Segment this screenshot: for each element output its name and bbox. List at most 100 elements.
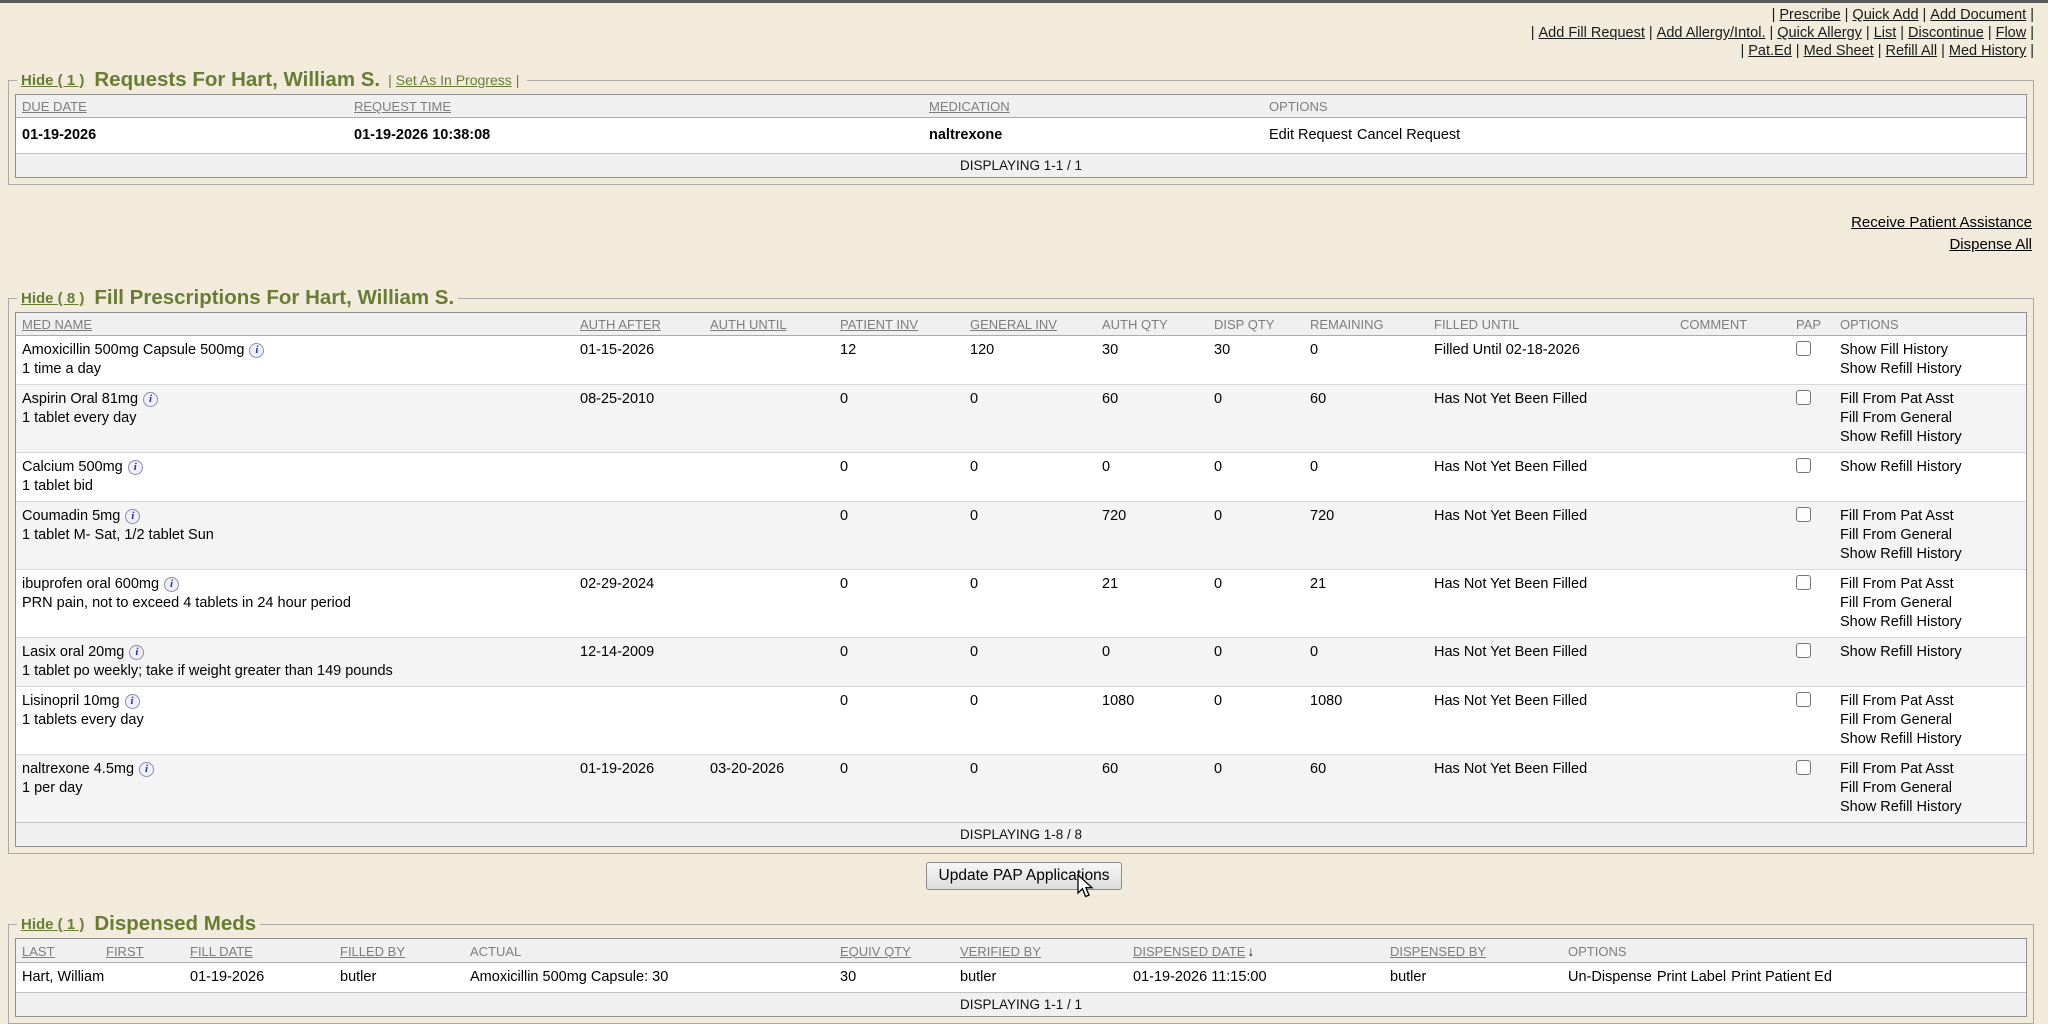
show-refill-history-link[interactable]: Show Refill History — [1840, 545, 2020, 564]
fill-from-general-link[interactable]: Fill From General — [1840, 594, 2020, 613]
show-refill-history-link[interactable]: Show Refill History — [1840, 428, 2020, 447]
nav-add-allergy-intol[interactable]: Add Allergy/Intol. — [1657, 25, 1766, 41]
nav-prescribe[interactable]: Prescribe — [1779, 7, 1840, 23]
col-dispensed-options-label: OPTIONS — [1568, 944, 1627, 959]
col-request-time-label[interactable]: REQUEST TIME — [354, 99, 451, 114]
col-auth-until-label[interactable]: AUTH UNTIL — [710, 317, 787, 332]
pap-checkbox[interactable] — [1796, 760, 1811, 775]
col-options: OPTIONS — [1263, 95, 2026, 118]
show-refill-history-link[interactable]: Show Refill History — [1840, 730, 2020, 749]
col-auth-qty: AUTH QTY — [1096, 313, 1208, 336]
show-refill-history-link[interactable]: Show Refill History — [1840, 613, 2020, 632]
cell-actual: Amoxicillin 500mg Capsule: 30 — [464, 963, 834, 993]
fill-row-ibuprofen: ibuprofen oral 600mg PRN pain, not to ex… — [16, 570, 2026, 638]
info-icon[interactable] — [249, 343, 264, 358]
set-as-in-progress-link[interactable]: Set As In Progress — [396, 72, 512, 88]
cell-disp-qty: 0 — [1208, 570, 1304, 638]
nav-refill-all[interactable]: Refill All — [1886, 43, 1938, 59]
fill-from-pat-asst-link[interactable]: Fill From Pat Asst — [1840, 760, 2020, 779]
col-last-label[interactable]: LAST — [22, 944, 55, 959]
pap-checkbox[interactable] — [1796, 692, 1811, 707]
un-dispense-link[interactable]: Un-Dispense — [1568, 969, 1652, 985]
dispensed-section-title: Dispensed Meds — [94, 912, 256, 935]
update-pap-applications-button[interactable]: Update PAP Applications — [926, 862, 1123, 890]
separator — [1649, 25, 1653, 41]
pap-checkbox[interactable] — [1796, 341, 1811, 356]
cell-med-name: ibuprofen oral 600mg PRN pain, not to ex… — [16, 570, 574, 638]
col-request-time: REQUEST TIME — [348, 95, 923, 118]
nav-add-fill-request[interactable]: Add Fill Request — [1539, 25, 1645, 41]
fill-from-general-link[interactable]: Fill From General — [1840, 711, 2020, 730]
print-label-link[interactable]: Print Label — [1657, 969, 1726, 985]
col-equiv-qty-label[interactable]: EQUIV QTY — [840, 944, 911, 959]
cell-filled-until: Has Not Yet Been Filled — [1428, 570, 1674, 638]
nav-list[interactable]: List — [1874, 25, 1897, 41]
nav-pat-ed[interactable]: Pat.Ed — [1748, 43, 1792, 59]
fill-from-general-link[interactable]: Fill From General — [1840, 526, 2020, 545]
fill-from-pat-asst-link[interactable]: Fill From Pat Asst — [1840, 390, 2020, 409]
fill-from-pat-asst-link[interactable]: Fill From Pat Asst — [1840, 692, 2020, 711]
cell-general-inv: 0 — [964, 638, 1096, 687]
requests-hide-toggle[interactable]: Hide ( 1 ) — [21, 72, 84, 89]
nav-med-sheet[interactable]: Med Sheet — [1804, 43, 1874, 59]
col-fill-date-label[interactable]: FILL DATE — [190, 944, 253, 959]
separator — [1740, 43, 1744, 59]
col-med-name-label[interactable]: MED NAME — [22, 317, 92, 332]
pap-checkbox[interactable] — [1796, 507, 1811, 522]
col-due-date-label[interactable]: DUE DATE — [22, 99, 87, 114]
fill-from-general-link[interactable]: Fill From General — [1840, 779, 2020, 798]
col-first-label[interactable]: FIRST — [106, 944, 144, 959]
fill-row-lasix: Lasix oral 20mg 1 tablet po weekly; take… — [16, 638, 2026, 687]
cell-auth-until — [704, 502, 834, 570]
info-icon[interactable] — [125, 694, 140, 709]
receive-patient-assistance-link[interactable]: Receive Patient Assistance — [0, 212, 2032, 234]
cancel-request-link[interactable]: Cancel Request — [1357, 127, 1460, 143]
col-filled-by-label[interactable]: FILLED BY — [340, 944, 405, 959]
nav-quick-add[interactable]: Quick Add — [1852, 7, 1918, 23]
show-refill-history-link[interactable]: Show Refill History — [1840, 643, 2020, 662]
fill-hide-toggle[interactable]: Hide ( 8 ) — [21, 290, 84, 307]
nav-discontinue[interactable]: Discontinue — [1908, 25, 1984, 41]
col-general-inv-label[interactable]: GENERAL INV — [970, 317, 1057, 332]
cell-first — [100, 963, 184, 993]
fill-from-pat-asst-link[interactable]: Fill From Pat Asst — [1840, 507, 2020, 526]
info-icon[interactable] — [164, 577, 179, 592]
fill-from-pat-asst-link[interactable]: Fill From Pat Asst — [1840, 575, 2020, 594]
dispensed-hide-toggle[interactable]: Hide ( 1 ) — [21, 916, 84, 933]
info-icon[interactable] — [125, 509, 140, 524]
col-auth-after-label[interactable]: AUTH AFTER — [580, 317, 661, 332]
col-dispensed-date-label[interactable]: DISPENSED DATE — [1133, 944, 1245, 959]
print-patient-ed-link[interactable]: Print Patient Ed — [1731, 969, 1832, 985]
info-icon[interactable] — [129, 645, 144, 660]
fill-from-general-link[interactable]: Fill From General — [1840, 409, 2020, 428]
edit-request-link[interactable]: Edit Request — [1269, 127, 1352, 143]
info-icon[interactable] — [143, 392, 158, 407]
med-sig-text: 1 tablet bid — [22, 477, 568, 496]
col-verified-by-label[interactable]: VERIFIED BY — [960, 944, 1041, 959]
show-refill-history-link[interactable]: Show Refill History — [1840, 360, 2020, 379]
info-icon[interactable] — [128, 460, 143, 475]
cell-options: Fill From Pat Asst Fill From General Sho… — [1834, 502, 2026, 570]
show-refill-history-link[interactable]: Show Refill History — [1840, 798, 2020, 817]
col-verified-by: VERIFIED BY — [954, 939, 1127, 963]
nav-flow[interactable]: Flow — [1996, 25, 2027, 41]
pap-checkbox[interactable] — [1796, 458, 1811, 473]
cell-general-inv: 0 — [964, 570, 1096, 638]
dispense-all-link[interactable]: Dispense All — [0, 234, 2032, 256]
nav-med-history[interactable]: Med History — [1949, 43, 2026, 59]
col-dispensed-by-label[interactable]: DISPENSED BY — [1390, 944, 1486, 959]
col-patient-inv-label[interactable]: PATIENT INV — [840, 317, 918, 332]
show-fill-history-link[interactable]: Show Fill History — [1840, 341, 2020, 360]
show-refill-history-link[interactable]: Show Refill History — [1840, 458, 2020, 477]
fill-footer-row: DISPLAYING 1-8 / 8 — [16, 823, 2026, 847]
nav-add-document[interactable]: Add Document — [1930, 7, 2026, 23]
pap-checkbox[interactable] — [1796, 575, 1811, 590]
sort-descending-icon[interactable] — [1247, 943, 1254, 959]
pap-checkbox[interactable] — [1796, 643, 1811, 658]
cell-patient-inv: 12 — [834, 336, 964, 385]
col-medication-label[interactable]: MEDICATION — [929, 99, 1010, 114]
nav-quick-allergy[interactable]: Quick Allergy — [1777, 25, 1862, 41]
cell-last: Hart, William — [16, 963, 100, 993]
info-icon[interactable] — [139, 762, 154, 777]
pap-checkbox[interactable] — [1796, 390, 1811, 405]
